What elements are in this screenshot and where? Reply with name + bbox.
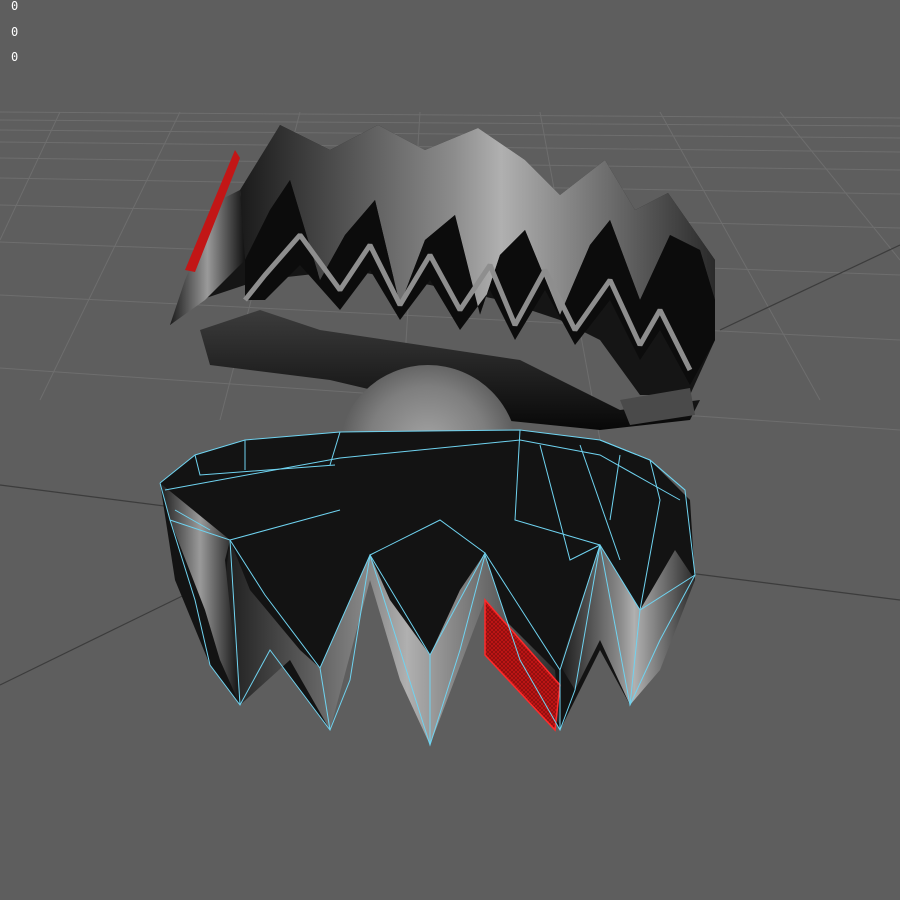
viewport-canvas[interactable] <box>0 0 900 900</box>
viewport-hud-readout: 0 0 0 <box>11 0 18 71</box>
hud-value: 0 <box>11 24 19 39</box>
shell-bottom-icon[interactable] <box>159 429 696 747</box>
hud-value: 0 <box>11 50 19 64</box>
3d-viewport[interactable]: 0 0 0 <box>0 0 900 900</box>
hud-value: 0 <box>11 0 19 13</box>
